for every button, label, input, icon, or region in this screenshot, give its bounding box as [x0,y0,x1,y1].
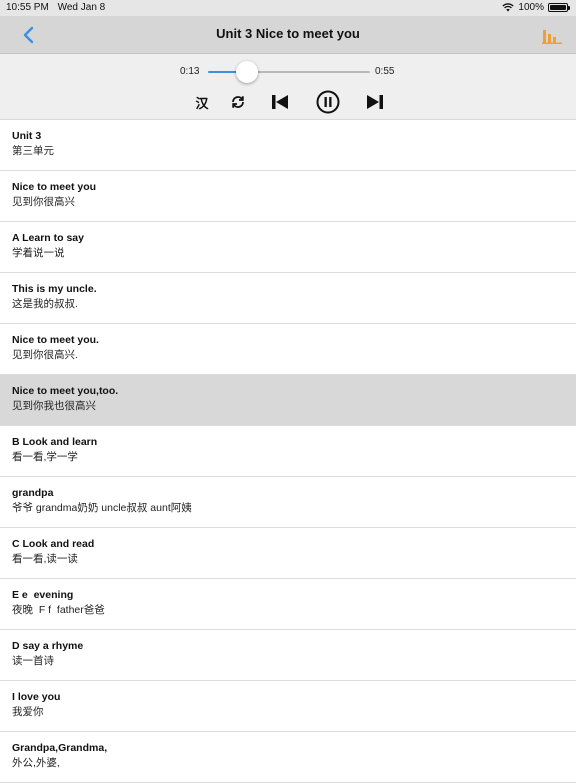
skip-previous-icon [272,95,288,109]
nav-bar: Unit 3 Nice to meet you [0,16,576,54]
list-item[interactable]: A Learn to say 学着说一说 [0,222,576,273]
status-time: 10:55 PM [6,2,49,13]
progress-slider[interactable] [208,61,370,83]
list-item-chinese: 看一看,读一读 [12,553,78,565]
list-item-english: This is my uncle. [12,283,97,295]
wifi-icon [502,3,515,12]
list-item[interactable]: This is my uncle. 这是我的叔叔. [0,273,576,324]
battery-icon [548,3,570,12]
list-item-english: C Look and read [12,538,95,550]
list-item-chinese: 爷爷 grandma奶奶 uncle叔叔 aunt阿姨 [12,502,192,514]
previous-button[interactable] [270,90,290,114]
slider-thumb[interactable] [235,61,258,83]
list-item-chinese: 见到你我也很高兴 [12,400,96,412]
list-item-chinese: 我爱你 [12,706,44,718]
list-item[interactable]: Nice to meet you 见到你很高兴 [0,171,576,222]
bar-chart-icon[interactable] [542,27,562,44]
list-item-english: I love you [12,691,61,703]
list-item-english: Nice to meet you [12,181,97,193]
status-date: Wed Jan 8 [57,2,106,13]
current-time: 0:13 [180,66,200,77]
list-item-english: E e evening [12,589,74,601]
list-item-chinese: 外公,外婆, [12,757,60,769]
list-item-english: B Look and learn [12,436,98,448]
list-item-english: Grandpa,Grandma, [12,742,108,754]
list-item[interactable]: C Look and read 看一看,读一读 [0,528,576,579]
list-item-chinese: 见到你很高兴 [12,196,75,208]
list-item[interactable]: grandpa 爷爷 grandma奶奶 uncle叔叔 aunt阿姨 [0,477,576,528]
list-item-chinese: 夜晚 F f father爸爸 [12,604,105,616]
repeat-icon [232,96,244,108]
list-item[interactable]: Grandpa,Grandma, 外公,外婆, [0,732,576,783]
list-item-english: Unit 3 [12,130,42,142]
list-item[interactable]: Unit 3 第三单元 [0,120,576,171]
pause-button[interactable] [315,90,341,114]
pause-circle-icon [316,90,340,114]
list-item-chinese: 这是我的叔叔. [12,298,78,310]
list-item-chinese: 见到你很高兴. [12,349,78,361]
repeat-button[interactable] [229,90,247,114]
duration-time: 0:55 [375,66,395,77]
status-bar: 10:55 PM Wed Jan 8 100% [0,0,576,16]
battery-percent: 100% [518,2,544,13]
skip-next-icon [367,95,383,109]
translation-toggle-button[interactable]: 汉 [192,90,212,114]
list-item-chinese: 第三单元 [12,145,54,157]
list-item[interactable]: Nice to meet you,too. 见到你我也很高兴 [0,375,576,426]
list-item[interactable]: B Look and learn 看一看,学一学 [0,426,576,477]
list-item[interactable]: D say a rhyme 读一首诗 [0,630,576,681]
list-item-chinese: 读一首诗 [12,655,54,667]
list-item-english: A Learn to say [12,232,84,244]
status-right: 100% [502,2,570,13]
next-button[interactable] [365,90,385,114]
list-item-english: Nice to meet you,too. [12,385,119,397]
player-controls: 汉 [0,90,576,114]
audio-player: 0:13 0:55 汉 [0,54,576,120]
list-item-english: D say a rhyme [12,640,84,652]
list-item-chinese: 看一看,学一学 [12,451,78,463]
status-left: 10:55 PM Wed Jan 8 [6,2,111,13]
list-item[interactable]: Nice to meet you. 见到你很高兴. [0,324,576,375]
list-item[interactable]: E e evening 夜晚 F f father爸爸 [0,579,576,630]
page-title: Unit 3 Nice to meet you [216,26,360,41]
list-item-english: Nice to meet you. [12,334,99,346]
list-item-chinese: 学着说一说 [12,247,65,259]
sentence-list: Unit 3 第三单元 Nice to meet you 见到你很高兴 A Learn … [0,120,576,783]
list-item[interactable]: I love you 我爱你 [0,681,576,732]
list-item-english: grandpa [12,487,54,499]
